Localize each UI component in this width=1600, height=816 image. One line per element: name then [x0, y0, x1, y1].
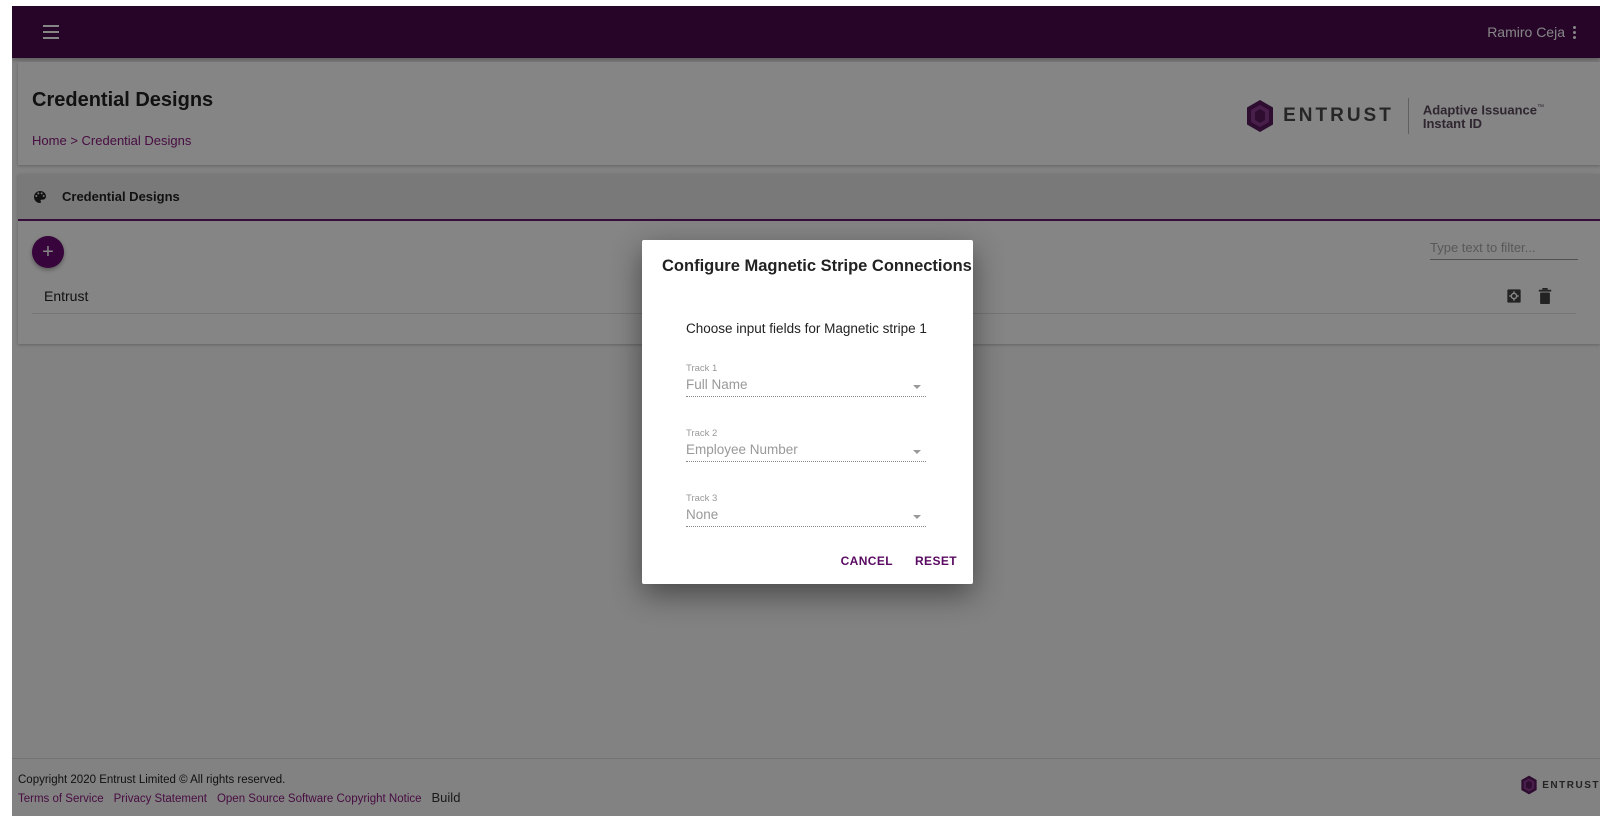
track-3-select[interactable]: Track 3 None	[686, 493, 926, 527]
reset-button[interactable]: RESET	[915, 554, 957, 568]
track-2-select[interactable]: Track 2 Employee Number	[686, 428, 926, 462]
chevron-down-icon	[913, 450, 921, 454]
track-1-value: Full Name	[686, 377, 748, 392]
track-3-label: Track 3	[686, 493, 718, 504]
dialog-actions: CANCEL RESET	[841, 554, 957, 568]
track-3-value: None	[686, 507, 719, 522]
cancel-button[interactable]: CANCEL	[841, 554, 893, 568]
dialog-subtitle: Choose input fields for Magnetic stripe …	[686, 321, 927, 336]
track-1-select[interactable]: Track 1 Full Name	[686, 363, 926, 397]
chevron-down-icon	[913, 515, 921, 519]
track-2-label: Track 2	[686, 428, 718, 439]
dialog-title: Configure Magnetic Stripe Connections	[662, 257, 972, 275]
chevron-down-icon	[913, 385, 921, 389]
track-1-label: Track 1	[686, 363, 718, 374]
magnetic-stripe-dialog: Configure Magnetic Stripe Connections Ch…	[642, 240, 973, 584]
track-2-value: Employee Number	[686, 442, 798, 457]
app-window: Ramiro Ceja Credential Designs Home > Cr…	[12, 6, 1600, 816]
